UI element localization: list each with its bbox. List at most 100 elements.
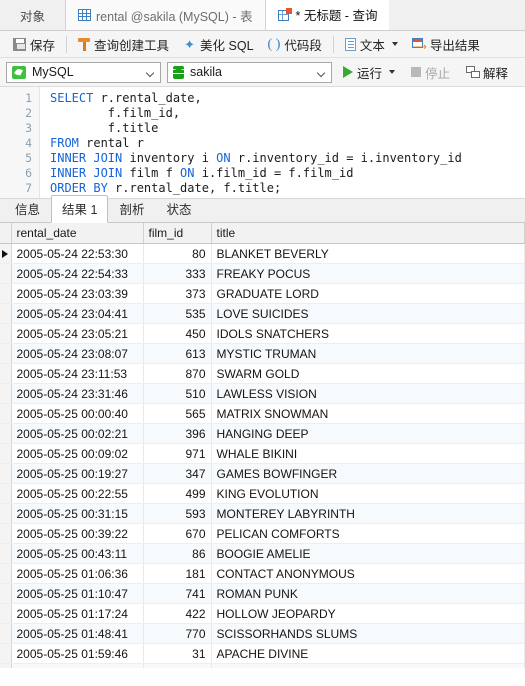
cell-rental_date[interactable]: 2005-05-24 23:03:39 xyxy=(11,283,144,304)
row-gutter-cell[interactable] xyxy=(0,283,12,304)
cell-film_id[interactable]: 670 xyxy=(143,523,212,544)
cell-rental_date[interactable]: 2005-05-25 00:02:21 xyxy=(11,423,144,444)
cell-title[interactable]: IDOLS SNATCHERS xyxy=(211,323,525,344)
cell-film_id[interactable]: 510 xyxy=(143,383,212,404)
cell-title[interactable]: ROMAN PUNK xyxy=(211,583,525,604)
table-row[interactable]: 2005-05-25 00:09:02 971 WHALE BIKINI xyxy=(0,443,525,464)
cell-film_id[interactable]: 741 xyxy=(143,583,212,604)
row-gutter-cell[interactable] xyxy=(0,323,12,344)
table-row[interactable]: 2005-05-25 00:31:15 593 MONTEREY LABYRINTH xyxy=(0,503,525,524)
cell-film_id[interactable]: 159 xyxy=(143,663,212,668)
result-tab-2[interactable]: 剖析 xyxy=(108,195,155,222)
cell-film_id[interactable]: 333 xyxy=(143,263,212,284)
column-header-rental_date[interactable]: rental_date xyxy=(11,223,144,244)
cell-title[interactable]: LOVE SUICIDES xyxy=(211,303,525,324)
cell-film_id[interactable]: 535 xyxy=(143,303,212,324)
row-gutter-cell[interactable] xyxy=(0,603,12,624)
cell-rental_date[interactable]: 2005-05-25 01:59:46 xyxy=(11,643,144,664)
row-gutter-cell[interactable] xyxy=(0,263,12,284)
cell-rental_date[interactable]: 2005-05-25 01:06:36 xyxy=(11,563,144,584)
tab-objects[interactable]: 对象 xyxy=(0,0,67,30)
cell-film_id[interactable]: 870 xyxy=(143,363,212,384)
table-row[interactable]: 2005-05-25 01:06:36 181 CONTACT ANONYMOUS xyxy=(0,563,525,584)
cell-rental_date[interactable]: 2005-05-24 23:08:07 xyxy=(11,343,144,364)
table-row[interactable]: 2005-05-25 00:19:27 347 GAMES BOWFINGER xyxy=(0,463,525,484)
cell-rental_date[interactable]: 2005-05-25 00:00:40 xyxy=(11,403,144,424)
table-row[interactable]: 2005-05-24 23:08:07 613 MYSTIC TRUMAN xyxy=(0,343,525,364)
cell-title[interactable]: CONTACT ANONYMOUS xyxy=(211,563,525,584)
column-header-film_id[interactable]: film_id xyxy=(143,223,212,244)
cell-film_id[interactable]: 499 xyxy=(143,483,212,504)
chevron-down-icon[interactable] xyxy=(389,70,396,74)
row-gutter-cell[interactable] xyxy=(0,483,12,504)
row-gutter-cell[interactable] xyxy=(0,363,12,384)
row-gutter-cell[interactable] xyxy=(0,663,12,668)
cell-title[interactable]: HOLLOW JEOPARDY xyxy=(211,603,525,624)
cell-film_id[interactable]: 450 xyxy=(143,323,212,344)
cell-rental_date[interactable]: 2005-05-25 00:31:15 xyxy=(11,503,144,524)
cell-rental_date[interactable]: 2005-05-25 00:39:22 xyxy=(11,523,144,544)
cell-title[interactable]: WHALE BIKINI xyxy=(211,443,525,464)
table-row[interactable]: 2005-05-24 23:11:53 870 SWARM GOLD xyxy=(0,363,525,384)
cell-rental_date[interactable]: 2005-05-24 23:05:21 xyxy=(11,323,144,344)
save-button[interactable]: 保存 xyxy=(6,34,62,55)
table-row[interactable]: 2005-05-25 00:39:22 670 PELICAN COMFORTS xyxy=(0,523,525,544)
table-row[interactable]: 2005-05-25 01:59:46 31 APACHE DIVINE xyxy=(0,643,525,664)
cell-film_id[interactable]: 31 xyxy=(143,643,212,664)
sql-editor[interactable]: 1234567 SELECT r.rental_date, f.film_id,… xyxy=(0,87,525,199)
cell-rental_date[interactable]: 2005-05-25 00:09:02 xyxy=(11,443,144,464)
cell-film_id[interactable]: 565 xyxy=(143,403,212,424)
cell-title[interactable]: PELICAN COMFORTS xyxy=(211,523,525,544)
row-gutter-cell[interactable] xyxy=(0,503,12,524)
table-row[interactable]: 2005-05-24 22:53:30 80 BLANKET BEVERLY xyxy=(0,243,525,264)
cell-film_id[interactable]: 613 xyxy=(143,343,212,364)
cell-film_id[interactable]: 770 xyxy=(143,623,212,644)
query-builder-button[interactable]: 查询创建工具 xyxy=(71,34,176,55)
result-tab-3[interactable]: 状态 xyxy=(155,195,202,222)
row-gutter-cell[interactable] xyxy=(0,623,12,644)
cell-film_id[interactable]: 422 xyxy=(143,603,212,624)
cell-rental_date[interactable]: 2005-05-24 23:31:46 xyxy=(11,383,144,404)
cell-film_id[interactable]: 86 xyxy=(143,543,212,564)
cell-rental_date[interactable]: 2005-05-25 00:43:11 xyxy=(11,543,144,564)
cell-rental_date[interactable]: 2005-05-25 01:10:47 xyxy=(11,583,144,604)
beautify-sql-button[interactable]: ✦ 美化 SQL xyxy=(176,34,261,55)
database-select[interactable]: sakila xyxy=(167,61,332,83)
table-row[interactable]: 2005-05-24 23:05:21 450 IDOLS SNATCHERS xyxy=(0,323,525,344)
cell-film_id[interactable]: 373 xyxy=(143,283,212,304)
chevron-down-icon[interactable] xyxy=(391,42,398,46)
table-row[interactable]: 2005-05-25 00:43:11 86 BOOGIE AMELIE xyxy=(0,543,525,564)
cell-title[interactable]: GAMES BOWFINGER xyxy=(211,463,525,484)
row-gutter-cell[interactable] xyxy=(0,583,12,604)
cell-title[interactable]: CLOSER BANG xyxy=(211,663,525,668)
cell-rental_date[interactable]: 2005-05-24 23:11:53 xyxy=(11,363,144,384)
row-gutter-cell[interactable] xyxy=(0,243,12,264)
row-gutter-cell[interactable] xyxy=(0,643,12,664)
row-gutter-cell[interactable] xyxy=(0,383,12,404)
row-gutter-cell[interactable] xyxy=(0,343,12,364)
cell-film_id[interactable]: 181 xyxy=(143,563,212,584)
table-row[interactable]: 2005-05-24 23:03:39 373 GRADUATE LORD xyxy=(0,283,525,304)
table-row[interactable]: 2005-05-25 00:00:40 565 MATRIX SNOWMAN xyxy=(0,403,525,424)
cell-title[interactable]: LAWLESS VISION xyxy=(211,383,525,404)
cell-title[interactable]: BLANKET BEVERLY xyxy=(211,243,525,264)
row-gutter-cell[interactable] xyxy=(0,443,12,464)
table-row[interactable]: 2005-05-25 00:22:55 499 KING EVOLUTION xyxy=(0,483,525,504)
export-result-button[interactable]: ⟶ 导出结果 xyxy=(405,34,487,55)
cell-title[interactable]: MONTEREY LABYRINTH xyxy=(211,503,525,524)
cell-title[interactable]: MYSTIC TRUMAN xyxy=(211,343,525,364)
cell-title[interactable]: APACHE DIVINE xyxy=(211,643,525,664)
cell-title[interactable]: GRADUATE LORD xyxy=(211,283,525,304)
run-button[interactable]: 运行 xyxy=(338,61,400,84)
cell-rental_date[interactable]: 2005-05-25 02:19:23 xyxy=(11,663,144,668)
cell-title[interactable]: BOOGIE AMELIE xyxy=(211,543,525,564)
cell-rental_date[interactable]: 2005-05-25 00:22:55 xyxy=(11,483,144,504)
cell-rental_date[interactable]: 2005-05-24 22:53:30 xyxy=(11,243,144,264)
row-gutter-cell[interactable] xyxy=(0,303,12,324)
cell-rental_date[interactable]: 2005-05-24 22:54:33 xyxy=(11,263,144,284)
cell-film_id[interactable]: 80 xyxy=(143,243,212,264)
cell-title[interactable]: HANGING DEEP xyxy=(211,423,525,444)
table-row[interactable]: 2005-05-25 02:19:23159CLOSER BANG xyxy=(0,663,525,668)
cell-film_id[interactable]: 971 xyxy=(143,443,212,464)
row-gutter-cell[interactable] xyxy=(0,523,12,544)
